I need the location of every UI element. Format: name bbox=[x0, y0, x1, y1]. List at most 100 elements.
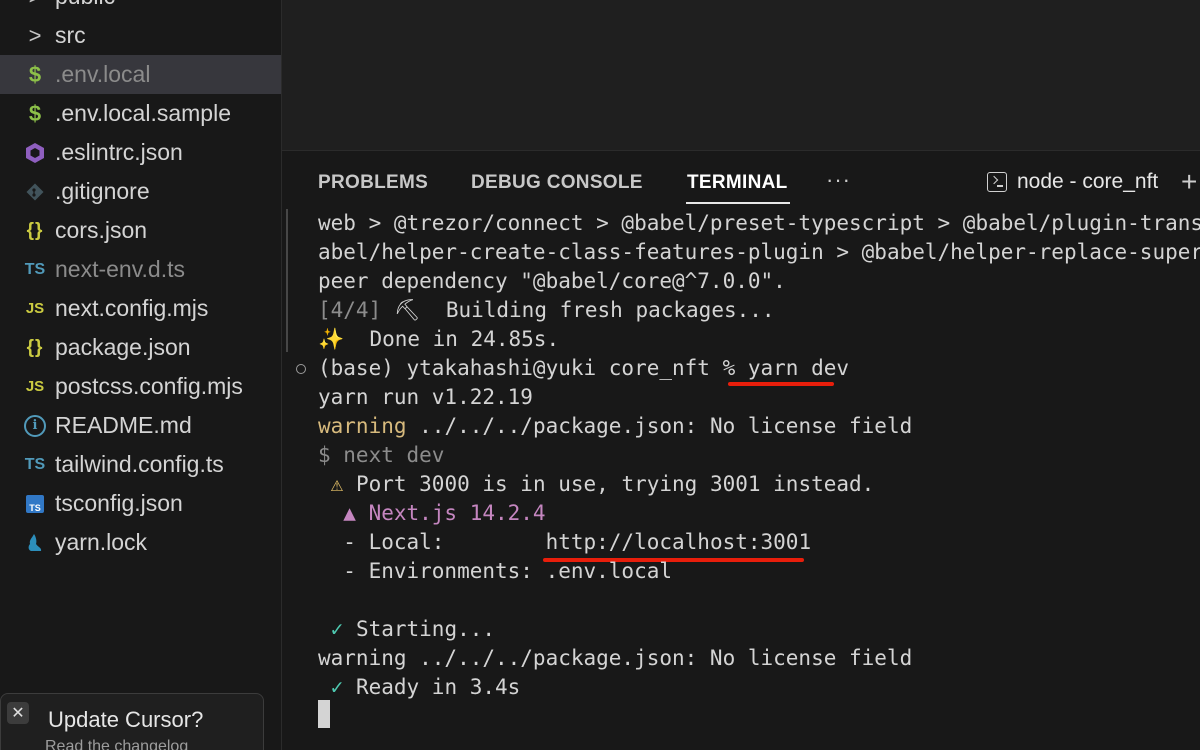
terminal-icon bbox=[987, 172, 1007, 192]
file-label: .gitignore bbox=[55, 178, 150, 204]
braces-icon: {} bbox=[26, 219, 44, 241]
info-icon: i bbox=[22, 414, 48, 437]
file-explorer: > public > src $ .env.local $ .env.local… bbox=[0, 0, 281, 750]
tab-problems[interactable]: PROBLEMS bbox=[318, 172, 428, 194]
file-env-local-sample[interactable]: $ .env.local.sample bbox=[0, 94, 281, 133]
local-label: - Local: bbox=[318, 530, 546, 554]
terminal-line: ✓ Ready in 3.4s bbox=[318, 673, 521, 702]
shell-command: yarn dev bbox=[747, 356, 850, 380]
warning-label: warning bbox=[318, 414, 407, 438]
yarn-icon bbox=[22, 532, 48, 554]
terminal-line: $ next dev bbox=[318, 443, 445, 467]
check-icon: ✓ bbox=[318, 675, 344, 699]
folder-src[interactable]: > src bbox=[0, 16, 281, 55]
building-text: Building fresh packages... bbox=[445, 298, 775, 322]
sparkle-icon: ✨ bbox=[318, 327, 345, 351]
scroll-indicator bbox=[286, 209, 288, 352]
file-label: README.md bbox=[55, 412, 192, 438]
step-counter: [4/4] bbox=[318, 298, 382, 322]
dollar-icon: $ bbox=[28, 100, 42, 126]
git-icon bbox=[22, 182, 48, 202]
file-next-config[interactable]: JS next.config.mjs bbox=[0, 289, 281, 328]
close-icon[interactable]: ✕ bbox=[7, 702, 29, 724]
panel-tabs: PROBLEMS DEBUG CONSOLE TERMINAL ··· node… bbox=[282, 151, 1200, 209]
file-next-env[interactable]: TS next-env.d.ts bbox=[0, 250, 281, 289]
file-label: postcss.config.mjs bbox=[55, 373, 243, 399]
update-notification[interactable]: ✕ Update Cursor? Read the changelog bbox=[0, 693, 264, 750]
file-label: cors.json bbox=[55, 217, 148, 243]
file-postcss-config[interactable]: JS postcss.config.mjs bbox=[0, 367, 281, 406]
javascript-icon: JS bbox=[25, 378, 45, 395]
terminal-line: (base) ytakahashi@yuki core_nft % yarn d… bbox=[318, 354, 849, 383]
file-label: .env.local bbox=[55, 61, 151, 87]
warning-icon: ⚠ bbox=[318, 472, 344, 496]
file-label: tsconfig.json bbox=[55, 490, 183, 516]
toast-title: Update Cursor? bbox=[48, 707, 204, 732]
chevron-right-icon: > bbox=[28, 22, 42, 48]
terminal-line: warning ../../../package.json: No licens… bbox=[318, 412, 912, 441]
braces-icon: {} bbox=[26, 336, 44, 358]
done-text: Done in 24.85s. bbox=[344, 327, 560, 351]
terminal-line: ▲ Next.js 14.2.4 bbox=[318, 501, 546, 525]
typescript-icon: TS bbox=[24, 455, 46, 473]
file-tsconfig[interactable]: TS tsconfig.json bbox=[0, 484, 281, 523]
file-env-local[interactable]: $ .env.local bbox=[0, 55, 281, 94]
terminal-line: web > @trezor/connect > @babel/preset-ty… bbox=[318, 211, 1200, 235]
file-cors-json[interactable]: {} cors.json bbox=[0, 211, 281, 250]
file-label: package.json bbox=[55, 334, 191, 360]
more-icon[interactable]: ··· bbox=[826, 167, 851, 193]
file-tailwind-config[interactable]: TS tailwind.config.ts bbox=[0, 445, 281, 484]
terminal-line: - Local: http://localhost:3001 bbox=[318, 528, 811, 557]
terminal-line: abel/helper-create-class-features-plugin… bbox=[318, 240, 1200, 264]
file-label: public bbox=[55, 0, 115, 10]
file-label: .eslintrc.json bbox=[55, 139, 183, 165]
warning-text: ../../../package.json: No license field bbox=[406, 414, 913, 438]
file-label: yarn.lock bbox=[55, 529, 148, 555]
file-gitignore[interactable]: .gitignore bbox=[0, 172, 281, 211]
file-tree: > public > src $ .env.local $ .env.local… bbox=[0, 0, 281, 562]
file-readme[interactable]: i README.md bbox=[0, 406, 281, 445]
file-label: next.config.mjs bbox=[55, 295, 209, 321]
file-package-json[interactable]: {} package.json bbox=[0, 328, 281, 367]
hammer-icon: ⛏ bbox=[381, 298, 446, 322]
terminal-line: ⚠ Port 3000 is in use, trying 3001 inste… bbox=[318, 470, 875, 499]
terminal-line: warning ../../../package.json: No licens… bbox=[318, 646, 913, 670]
terminal-selector[interactable]: node - core_nft bbox=[987, 170, 1158, 194]
file-label: next-env.d.ts bbox=[55, 256, 185, 282]
chevron-right-icon: > bbox=[22, 0, 48, 10]
bottom-panel: PROBLEMS DEBUG CONSOLE TERMINAL ··· node… bbox=[282, 151, 1200, 750]
file-eslintrc[interactable]: .eslintrc.json bbox=[0, 133, 281, 172]
add-terminal-icon[interactable]: + bbox=[1181, 166, 1197, 198]
shell-prompt: (base) ytakahashi@yuki core_nft % bbox=[318, 356, 748, 380]
terminal-line: [4/4] ⛏ Building fresh packages... bbox=[318, 296, 775, 325]
terminal-line: peer dependency "@babel/core@^7.0.0". bbox=[318, 269, 786, 293]
file-yarn-lock[interactable]: yarn.lock bbox=[0, 523, 281, 562]
check-icon: ✓ bbox=[318, 617, 344, 641]
local-url-link[interactable]: http://localhost:3001 bbox=[546, 530, 812, 554]
eslint-icon bbox=[22, 142, 48, 164]
file-label: src bbox=[55, 22, 86, 48]
terminal-line: ✓ Starting... bbox=[318, 615, 495, 644]
dollar-icon: $ bbox=[28, 61, 42, 87]
port-message: Port 3000 is in use, trying 3001 instead… bbox=[343, 472, 875, 496]
tab-terminal[interactable]: TERMINAL bbox=[687, 172, 788, 194]
tab-debug-console[interactable]: DEBUG CONSOLE bbox=[471, 172, 643, 194]
terminal-name: node - core_nft bbox=[1017, 170, 1159, 193]
terminal-line: - Environments: .env.local bbox=[318, 559, 673, 583]
folder-public[interactable]: > public bbox=[0, 0, 281, 16]
changelog-link[interactable]: Read the changelog bbox=[45, 738, 188, 750]
javascript-icon: JS bbox=[25, 300, 45, 317]
typescript-icon: TS bbox=[24, 260, 46, 278]
terminal-cursor bbox=[318, 700, 330, 728]
file-label: tailwind.config.ts bbox=[55, 451, 224, 477]
starting-text: Starting... bbox=[343, 617, 496, 641]
highlight-underline bbox=[728, 382, 834, 386]
command-decoration-icon[interactable] bbox=[296, 364, 306, 374]
terminal-line: yarn run v1.22.19 bbox=[318, 385, 533, 409]
ready-text: Ready in 3.4s bbox=[343, 675, 521, 699]
editor-area bbox=[282, 0, 1200, 150]
terminal-line: ✨ Done in 24.85s. bbox=[318, 325, 559, 354]
file-label: .env.local.sample bbox=[55, 100, 231, 126]
tsconfig-icon: TS bbox=[26, 494, 44, 513]
active-tab-indicator bbox=[686, 202, 790, 204]
